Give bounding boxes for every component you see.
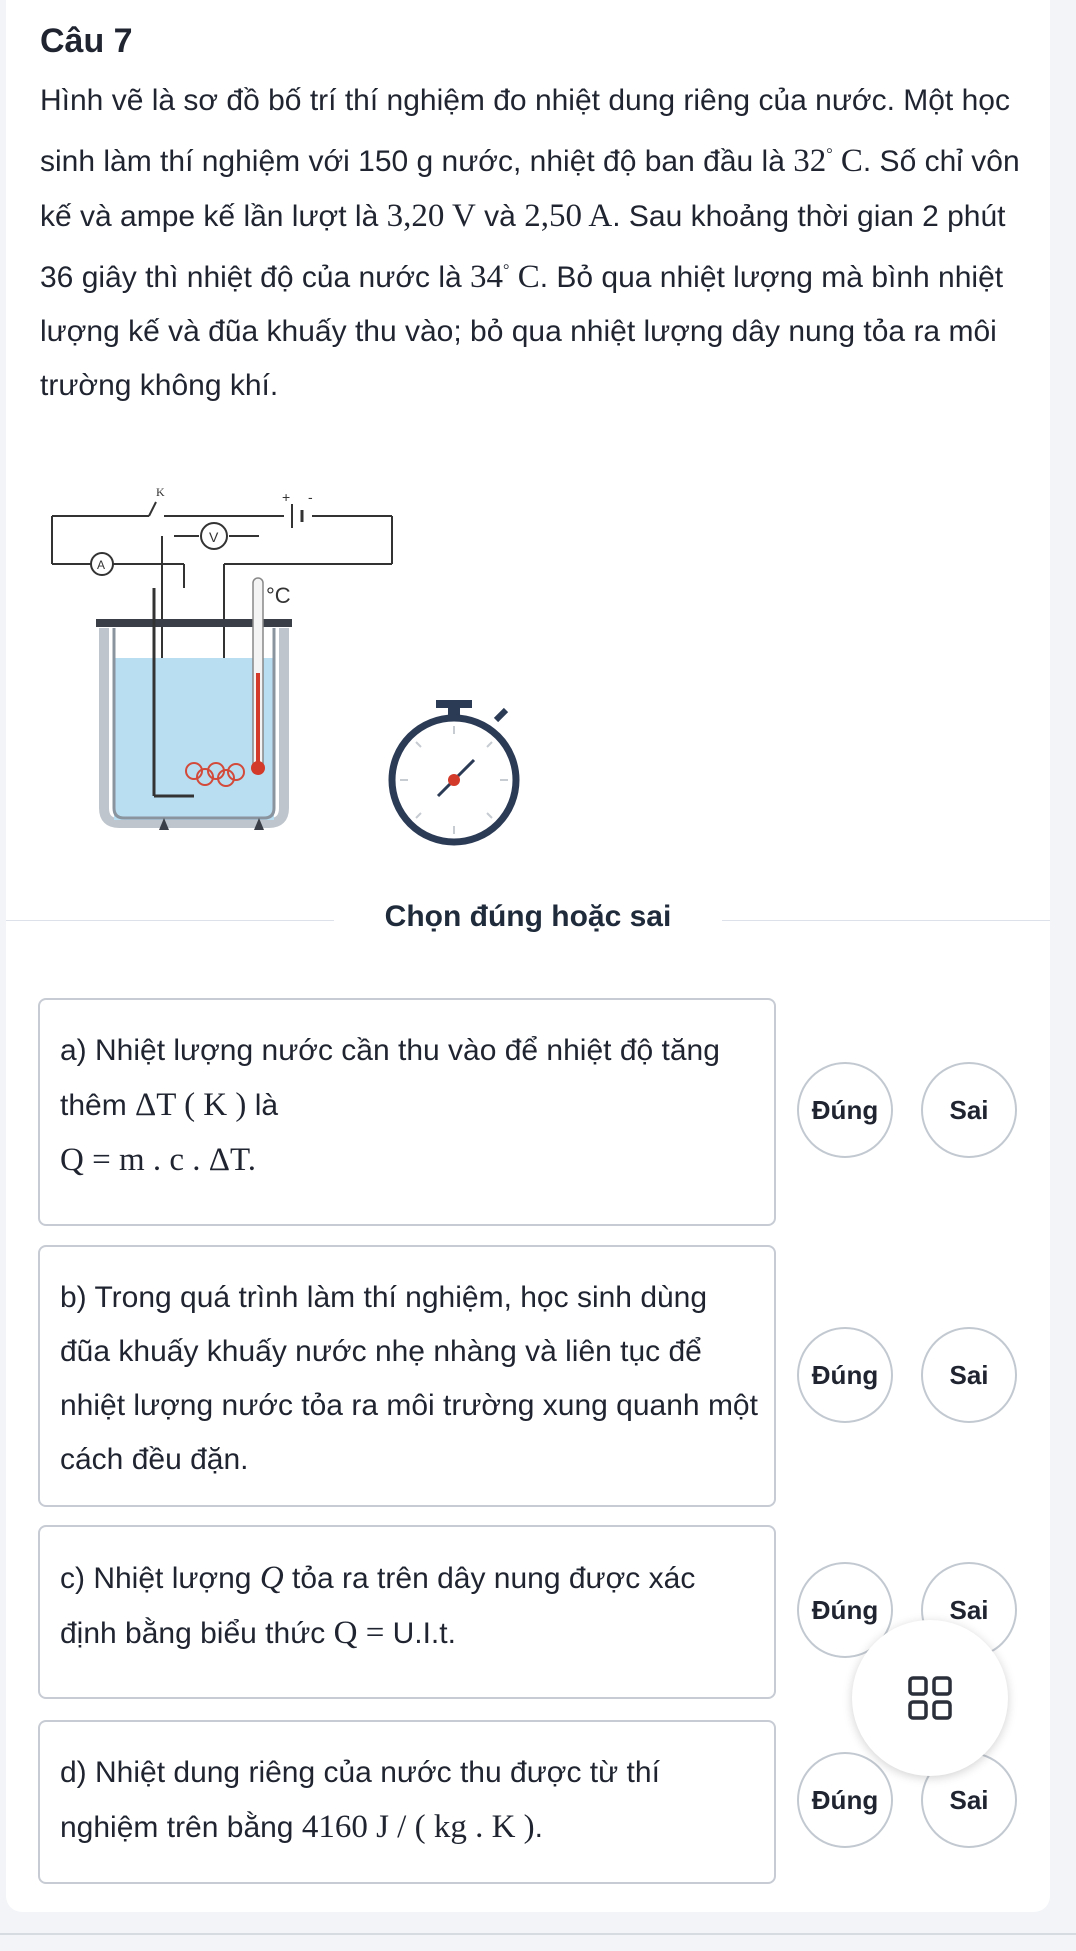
bottom-border <box>0 1933 1076 1935</box>
statement-b-false-button[interactable]: Sai <box>921 1327 1017 1423</box>
experiment-diagram: + - K V A °C <box>51 485 520 846</box>
statement-b-true-button[interactable]: Đúng <box>797 1327 893 1423</box>
statement-a-formula: Q = m . c . ΔT. <box>60 1142 256 1178</box>
statement-b: b) Trong quá trình làm thí nghiệm, học s… <box>38 1245 776 1507</box>
switch-label: K <box>156 485 165 499</box>
statement-d: d) Nhiệt dung riêng của nước thu được từ… <box>38 1720 776 1884</box>
initial-temp: 32° C <box>793 143 863 179</box>
svg-text:-: - <box>308 489 313 505</box>
question-text: Hình vẽ là sơ đồ bố trí thí nghiệm đo nh… <box>40 74 1020 413</box>
grid-menu-button[interactable] <box>852 1620 1008 1776</box>
statement-b-text: b) Trong quá trình làm thí nghiệm, học s… <box>60 1281 758 1476</box>
svg-text:V: V <box>209 529 219 545</box>
final-temp: 34° C <box>470 259 540 295</box>
svg-text:A: A <box>97 558 105 572</box>
statement-c: c) Nhiệt lượng Q tỏa ra trên dây nung đư… <box>38 1525 776 1699</box>
voltage-value: 3,20 V <box>386 198 476 234</box>
statement-a: a) Nhiệt lượng nước cần thu vào để nhiệt… <box>38 998 776 1226</box>
current-value: 2,50 A <box>524 198 613 234</box>
svg-text:+: + <box>282 489 290 505</box>
stopwatch-icon <box>388 700 520 846</box>
question-title: Câu 7 <box>40 22 133 60</box>
svg-text:°C: °C <box>266 583 291 608</box>
statement-a-false-button[interactable]: Sai <box>921 1062 1017 1158</box>
statement-c-text: c) Nhiệt lượng Q tỏa ra trên dây nung đư… <box>60 1560 696 1651</box>
statement-d-text: d) Nhiệt dung riêng của nước thu được từ… <box>60 1756 660 1845</box>
question-text-part: và <box>475 200 525 233</box>
statement-a-text: a) Nhiệt lượng nước cần thu vào để nhiệt… <box>60 1034 720 1178</box>
section-divider: Chọn đúng hoặc sai <box>6 890 1050 950</box>
statement-a-true-button[interactable]: Đúng <box>797 1062 893 1158</box>
battery-icon: + - <box>282 489 313 528</box>
statement-d-true-button[interactable]: Đúng <box>797 1752 893 1848</box>
section-divider-label: Chọn đúng hoặc sai <box>384 900 672 933</box>
grid-icon <box>908 1676 952 1720</box>
